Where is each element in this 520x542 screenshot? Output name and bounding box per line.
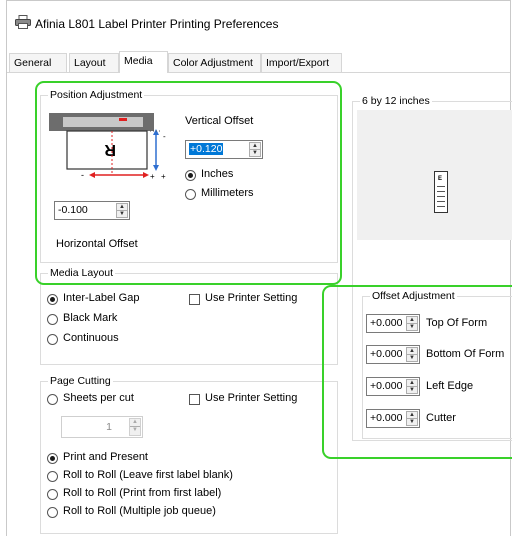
svg-text:+: + bbox=[150, 172, 155, 181]
spin-up-icon[interactable]: ▲ bbox=[130, 419, 140, 427]
spin-down-icon[interactable]: ▼ bbox=[407, 355, 417, 362]
top-of-form-label: Top Of Form bbox=[426, 317, 488, 329]
continuous-label: Continuous bbox=[63, 332, 119, 344]
cutter-spinner[interactable]: +0.000 ▲ ▼ bbox=[366, 409, 420, 428]
position-diagram: R - + - + bbox=[49, 113, 166, 181]
roll-to-roll-leave-first-label: Roll to Roll (Leave first label blank) bbox=[63, 469, 233, 481]
roll-to-roll-print-first-radio[interactable] bbox=[47, 489, 58, 500]
sheets-per-cut-label: Sheets per cut bbox=[63, 392, 134, 404]
roll-to-roll-print-first-label: Roll to Roll (Print from first label) bbox=[63, 487, 222, 499]
print-and-present-label: Print and Present bbox=[63, 451, 148, 463]
page-cutting-legend: Page Cutting bbox=[48, 375, 113, 387]
spin-down-icon[interactable]: ▼ bbox=[117, 211, 127, 218]
top-of-form-value[interactable]: +0.000 bbox=[370, 317, 402, 329]
black-mark-label: Black Mark bbox=[63, 312, 118, 324]
svg-text:R: R bbox=[104, 141, 116, 158]
inter-label-gap-radio[interactable] bbox=[47, 294, 58, 305]
media-use-printer-setting-label: Use Printer Setting bbox=[205, 292, 298, 304]
print-and-present-radio[interactable] bbox=[47, 453, 58, 464]
spin-down-icon[interactable]: ▼ bbox=[250, 150, 260, 157]
cutter-value[interactable]: +0.000 bbox=[370, 412, 402, 424]
vertical-offset-label: Vertical Offset bbox=[185, 115, 254, 127]
spin-down-icon[interactable]: ▼ bbox=[407, 419, 417, 426]
svg-text:-: - bbox=[163, 132, 166, 141]
continuous-radio[interactable] bbox=[47, 334, 58, 345]
inter-label-gap-label: Inter-Label Gap bbox=[63, 292, 140, 304]
millimeters-label: Millimeters bbox=[201, 187, 254, 199]
roll-to-roll-leave-first-radio[interactable] bbox=[47, 471, 58, 482]
horizontal-offset-value[interactable]: -0.100 bbox=[58, 204, 88, 216]
inches-radio[interactable] bbox=[185, 170, 196, 181]
printing-preferences-window: Afinia L801 Label Printer Printing Prefe… bbox=[6, 0, 512, 538]
label-roll-icon: E bbox=[434, 171, 448, 213]
left-edge-value[interactable]: +0.000 bbox=[370, 380, 402, 392]
tab-general[interactable]: General bbox=[9, 53, 67, 72]
tab-strip: General Layout Media Color Adjustment Im… bbox=[7, 51, 510, 73]
roll-to-roll-multiple-job-label: Roll to Roll (Multiple job queue) bbox=[63, 505, 216, 517]
offset-adjustment-legend: Offset Adjustment bbox=[370, 290, 457, 302]
svg-text:+: + bbox=[161, 172, 166, 181]
horizontal-offset-spinner[interactable]: -0.100 ▲ ▼ bbox=[54, 201, 130, 220]
horizontal-offset-label: Horizontal Offset bbox=[56, 238, 138, 250]
tab-layout[interactable]: Layout bbox=[69, 53, 119, 72]
printer-icon bbox=[15, 15, 31, 29]
millimeters-radio[interactable] bbox=[185, 189, 196, 200]
vertical-offset-value[interactable]: +0.120 bbox=[189, 143, 224, 155]
media-layout-legend: Media Layout bbox=[48, 267, 116, 279]
spin-down-icon[interactable]: ▼ bbox=[407, 324, 417, 331]
roll-to-roll-multiple-job-radio[interactable] bbox=[47, 507, 58, 518]
top-of-form-spinner[interactable]: +0.000 ▲ ▼ bbox=[366, 314, 420, 333]
cutting-use-printer-setting-checkbox[interactable] bbox=[189, 394, 200, 405]
left-edge-spinner[interactable]: +0.000 ▲ ▼ bbox=[366, 377, 420, 396]
tab-import-export[interactable]: Import/Export bbox=[261, 53, 342, 72]
svg-text:-: - bbox=[81, 170, 84, 180]
title-bar: Afinia L801 Label Printer Printing Prefe… bbox=[7, 1, 510, 43]
vertical-offset-spinner[interactable]: +0.120 ▲ ▼ bbox=[185, 140, 263, 159]
inches-label: Inches bbox=[201, 168, 234, 180]
media-use-printer-setting-checkbox[interactable] bbox=[189, 294, 200, 305]
sheets-per-cut-value[interactable]: 1 bbox=[106, 421, 112, 433]
position-adjustment-legend: Position Adjustment bbox=[48, 89, 145, 101]
left-edge-label: Left Edge bbox=[426, 380, 474, 392]
spin-down-icon[interactable]: ▼ bbox=[130, 427, 140, 435]
spin-down-icon[interactable]: ▼ bbox=[407, 387, 417, 394]
sheets-per-cut-radio[interactable] bbox=[47, 394, 58, 405]
window-title: Afinia L801 Label Printer Printing Prefe… bbox=[35, 17, 279, 31]
sheets-per-cut-spinner[interactable]: 1 ▲ ▼ bbox=[61, 416, 143, 438]
tab-color-adjustment[interactable]: Color Adjustment bbox=[168, 53, 261, 72]
bottom-of-form-spinner[interactable]: +0.000 ▲ ▼ bbox=[366, 345, 420, 364]
media-size-legend: 6 by 12 inches bbox=[360, 95, 432, 107]
cutting-use-printer-setting-label: Use Printer Setting bbox=[205, 392, 298, 404]
bottom-of-form-value[interactable]: +0.000 bbox=[370, 348, 402, 360]
tab-media[interactable]: Media bbox=[119, 51, 168, 73]
black-mark-radio[interactable] bbox=[47, 314, 58, 325]
cutter-label: Cutter bbox=[426, 412, 456, 424]
bottom-of-form-label: Bottom Of Form bbox=[426, 348, 505, 360]
